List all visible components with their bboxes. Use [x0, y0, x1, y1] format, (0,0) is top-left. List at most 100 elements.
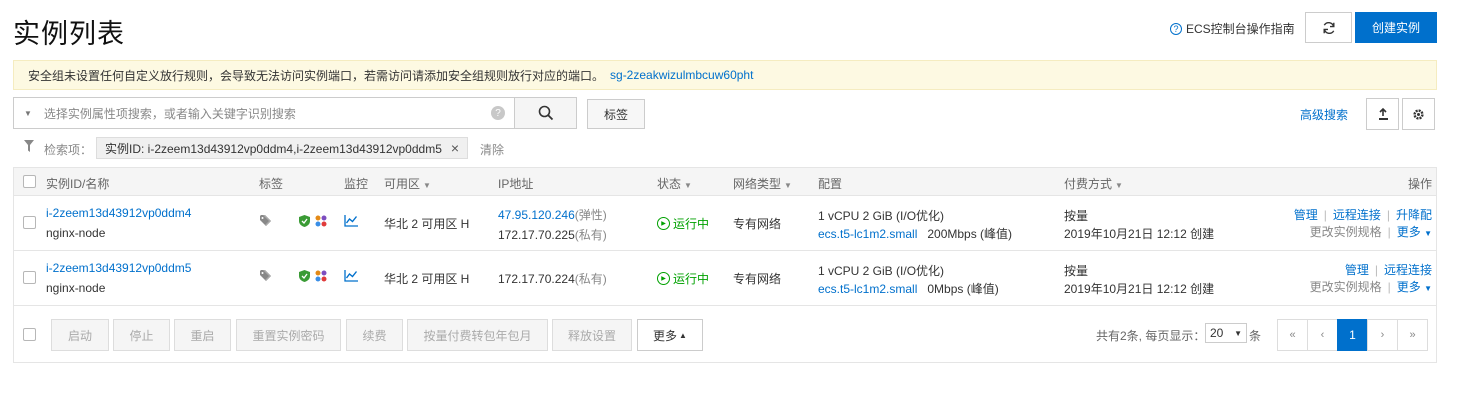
more-dropdown[interactable]: 更多 ▼ — [1397, 225, 1432, 239]
bandwidth: 200Mbps (峰值) — [927, 227, 1013, 241]
export-button[interactable] — [1366, 98, 1399, 130]
zone-text: 华北 2 可用区 H — [384, 217, 470, 231]
more-dropdown[interactable]: 更多 ▼ — [1397, 280, 1432, 294]
config-spec: 1 vCPU 2 GiB (I/O优化) — [818, 264, 945, 278]
col-zone[interactable]: 可用区 ▼ — [384, 175, 431, 192]
more-actions-button[interactable]: 更多 ▲ — [637, 319, 703, 351]
col-status-label: 状态 — [657, 177, 682, 191]
refresh-button[interactable] — [1305, 12, 1352, 43]
billing-method: 按量 — [1064, 209, 1089, 223]
col-network[interactable]: 网络类型 ▼ — [733, 175, 792, 192]
col-billing[interactable]: 付费方式 ▼ — [1064, 175, 1123, 192]
status-text: 运行中 — [673, 272, 710, 286]
search-icon — [538, 105, 554, 121]
manage-link[interactable]: 管理 — [1294, 208, 1318, 222]
remote-connect-link[interactable]: 远程连接 — [1333, 208, 1381, 222]
plugin-icon[interactable] — [314, 270, 328, 282]
zone-text: 华北 2 可用区 H — [384, 272, 470, 286]
settings-button[interactable] — [1402, 98, 1435, 130]
gear-icon — [1412, 108, 1425, 121]
notice-text: 安全组未设置任何自定义放行规则，会导致无法访问实例端口，若需访问请添加安全组规则… — [28, 68, 605, 83]
instance-table: 实例ID/名称 标签 监控 可用区 ▼ IP地址 状态 ▼ 网络类型 ▼ 配置 付费方… — [13, 167, 1437, 363]
filter-icon — [24, 140, 34, 152]
bandwidth: 0Mbps (峰值) — [927, 282, 999, 296]
change-spec-text: 更改实例规格 — [1309, 280, 1382, 294]
security-shield-icon[interactable] — [299, 215, 310, 227]
row-ops-secondary: 更改实例规格 | 更多 ▼ — [1309, 225, 1432, 239]
search-button[interactable] — [514, 97, 577, 129]
more-actions-label: 更多 — [653, 328, 678, 343]
tag-icon[interactable] — [260, 215, 274, 227]
ip-private-suffix: (私有) — [574, 272, 607, 286]
config-spec: 1 vCPU 2 GiB (I/O优化) — [818, 209, 945, 223]
instance-id-link[interactable]: i-2zeem13d43912vp0ddm4 — [46, 206, 191, 220]
network-type: 专有网络 — [733, 272, 782, 286]
manage-link[interactable]: 管理 — [1345, 263, 1369, 277]
chevron-down-icon: ▼ — [1424, 229, 1432, 238]
created-time: 2019年10月21日 12:12 创建 — [1064, 282, 1215, 296]
security-group-link[interactable]: sg-2zeakwizulmbcuw60pht — [610, 68, 753, 82]
col-tag: 标签 — [259, 177, 284, 191]
row-checkbox[interactable] — [23, 216, 36, 229]
create-instance-button[interactable]: 创建实例 — [1355, 12, 1437, 43]
next-page-button[interactable]: › — [1367, 319, 1398, 351]
reset-password-button[interactable]: 重置实例密码 — [236, 319, 341, 351]
instance-type-link[interactable]: ecs.t5-lc1m2.small — [818, 227, 917, 241]
restart-button[interactable]: 重启 — [174, 319, 231, 351]
upgrade-link[interactable]: 升降配 — [1396, 208, 1432, 222]
instance-name: nginx-node — [46, 226, 106, 240]
last-page-button[interactable]: » — [1397, 319, 1428, 351]
instance-type-link[interactable]: ecs.t5-lc1m2.small — [818, 282, 917, 296]
more-label: 更多 — [1396, 225, 1421, 239]
advanced-search-link[interactable]: 高级搜索 — [1300, 106, 1348, 123]
console-guide-link[interactable]: ? ECS控制台操作指南 — [1170, 20, 1295, 37]
chevron-down-icon: ▼ — [684, 181, 692, 190]
table-footer: 启动 停止 重启 重置实例密码 续费 按量付费转包年包月 释放设置 更多 ▲ 共有… — [14, 307, 1436, 363]
row-checkbox[interactable] — [23, 271, 36, 284]
billing-method: 按量 — [1064, 264, 1089, 278]
select-all-footer-checkbox[interactable] — [23, 328, 36, 341]
public-ip-link[interactable]: 47.95.120.246 — [498, 208, 575, 222]
ip-private: 172.17.70.224(私有) — [498, 270, 607, 287]
table-header: 实例ID/名称 标签 监控 可用区 ▼ IP地址 状态 ▼ 网络类型 ▼ 配置 付费方… — [14, 168, 1436, 196]
page-title: 实例列表 — [13, 19, 125, 49]
instance-name: nginx-node — [46, 281, 106, 295]
col-status[interactable]: 状态 ▼ — [657, 175, 692, 192]
select-all-checkbox[interactable] — [23, 175, 36, 188]
start-button[interactable]: 启动 — [51, 319, 109, 351]
help-icon: ? — [1170, 22, 1182, 35]
status-badge: ▶ 运行中 — [657, 270, 709, 287]
filter-label: 检索项： — [44, 143, 93, 157]
stop-button[interactable]: 停止 — [113, 319, 170, 351]
convert-billing-button[interactable]: 按量付费转包年包月 — [407, 319, 548, 351]
renew-button[interactable]: 续费 — [346, 319, 403, 351]
col-network-label: 网络类型 — [733, 177, 782, 191]
ip-private: 172.17.70.225(私有) — [498, 226, 607, 243]
status-badge: ▶ 运行中 — [657, 215, 709, 232]
monitor-chart-icon[interactable] — [344, 215, 358, 227]
page-size-select[interactable]: 20 ▼ — [1205, 323, 1247, 343]
security-group-notice: 安全组未设置任何自定义放行规则，会导致无法访问实例端口，若需访问请添加安全组规则… — [13, 60, 1437, 90]
prev-page-button[interactable]: ‹ — [1307, 319, 1338, 351]
more-label: 更多 — [1396, 280, 1421, 294]
col-config: 配置 — [818, 177, 843, 191]
release-settings-button[interactable]: 释放设置 — [552, 319, 632, 351]
chevron-down-icon: ▼ — [1115, 181, 1123, 190]
plugin-icon[interactable] — [314, 215, 328, 227]
first-page-button[interactable]: « — [1277, 319, 1308, 351]
security-shield-icon[interactable] — [299, 270, 310, 282]
search-input[interactable]: ▼ 选择实例属性项搜索，或者输入关键字识别搜索 ? — [13, 97, 515, 129]
tag-icon[interactable] — [260, 270, 274, 282]
chevron-down-icon: ▼ — [784, 181, 792, 190]
monitor-chart-icon[interactable] — [344, 270, 358, 282]
remote-connect-link[interactable]: 远程连接 — [1384, 263, 1432, 277]
search-help-icon[interactable]: ? — [491, 106, 505, 120]
console-guide-label: ECS控制台操作指南 — [1186, 22, 1295, 36]
tag-button[interactable]: 标签 — [587, 99, 645, 129]
close-icon[interactable]: × — [451, 140, 459, 156]
ip-private-suffix: (私有) — [574, 228, 607, 242]
current-page-button[interactable]: 1 — [1337, 319, 1368, 351]
instance-id-link[interactable]: i-2zeem13d43912vp0ddm5 — [46, 261, 191, 275]
col-billing-label: 付费方式 — [1064, 177, 1113, 191]
clear-filter-link[interactable]: 清除 — [480, 141, 504, 158]
